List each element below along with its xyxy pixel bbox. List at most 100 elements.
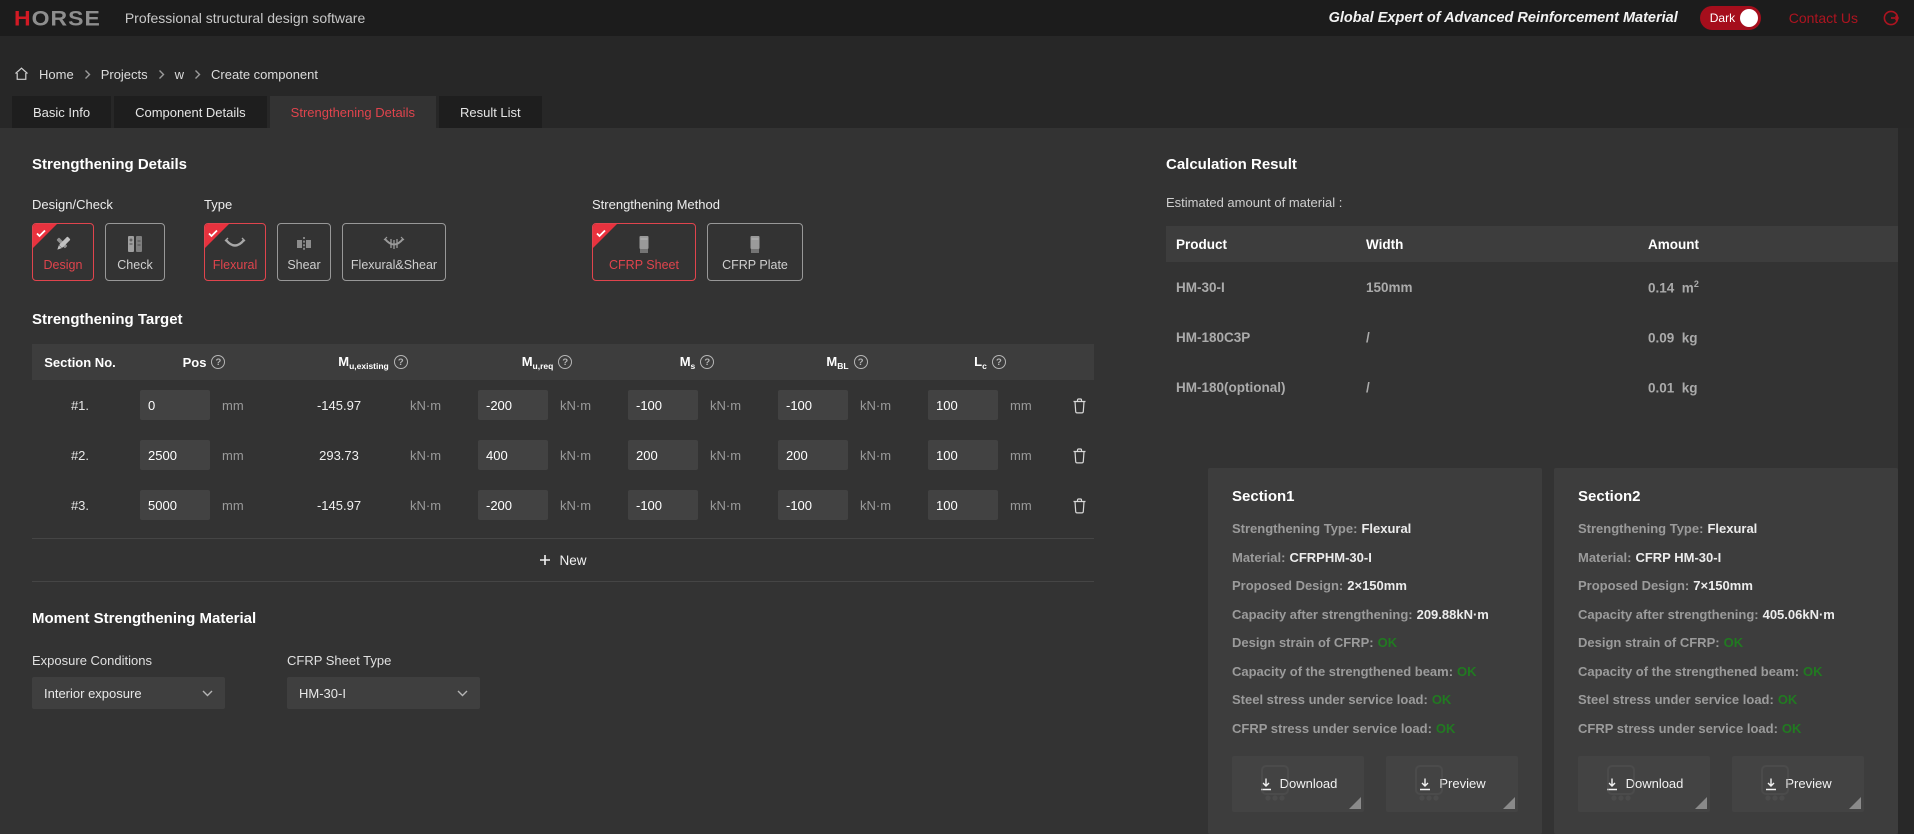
- product-width: /: [1366, 380, 1648, 395]
- chevron-down-icon: [457, 690, 468, 697]
- status-ok: OK: [1432, 692, 1452, 707]
- download-label: Download: [1626, 776, 1684, 791]
- help-icon[interactable]: ?: [700, 355, 714, 369]
- logout-icon[interactable]: [1882, 9, 1900, 27]
- result-line: Capacity after strengthening:209.88kN·m: [1232, 607, 1518, 622]
- col-mbl: MBL?: [778, 354, 916, 371]
- check-mark-icon: [36, 227, 46, 241]
- cfrp-sheet-type-label: CFRP Sheet Type: [287, 653, 480, 668]
- result-check-line: Capacity of the strengthened beam:OK: [1578, 664, 1874, 679]
- result-check-line: Capacity of the strengthened beam:OK: [1232, 664, 1518, 679]
- home-icon: [14, 67, 29, 81]
- section2-download-button[interactable]: Download: [1578, 756, 1710, 812]
- download-icon: [1764, 777, 1778, 791]
- product-name: HM-180(optional): [1176, 380, 1366, 395]
- product-name: HM-30-I: [1176, 280, 1366, 295]
- product-amount: 0.01 kg: [1648, 379, 1898, 396]
- mu-req-input-row1[interactable]: [478, 390, 548, 420]
- col-mu-existing: Mu,existing?: [280, 354, 466, 371]
- table-row: #2. mm 293.73 kN·m kN·m kN·m kN·m mm: [32, 430, 1094, 480]
- calculation-result-title: Calculation Result: [1166, 156, 1898, 173]
- breadcrumb: Home Projects w Create component: [0, 36, 1914, 96]
- ms-input-row1[interactable]: [628, 390, 698, 420]
- col-width: Width: [1366, 237, 1648, 252]
- delete-row-icon[interactable]: [1064, 447, 1094, 464]
- delete-row-icon[interactable]: [1064, 397, 1094, 414]
- download-icon: [1418, 777, 1432, 791]
- pos-input-row2[interactable]: [140, 440, 210, 470]
- logo-red-part: H: [14, 6, 32, 30]
- section1-download-button[interactable]: Download: [1232, 756, 1364, 812]
- delete-row-icon[interactable]: [1064, 497, 1094, 514]
- app-logo[interactable]: HORSE: [14, 6, 101, 31]
- help-icon[interactable]: ?: [211, 355, 225, 369]
- breadcrumb-home[interactable]: Home: [39, 67, 74, 82]
- status-ok: OK: [1778, 692, 1798, 707]
- dark-mode-toggle[interactable]: Dark: [1700, 6, 1761, 30]
- tab-result-list[interactable]: Result List: [439, 96, 542, 128]
- help-icon[interactable]: ?: [854, 355, 868, 369]
- lc-input-row1[interactable]: [928, 390, 998, 420]
- tab-bar: Basic Info Component Details Strengtheni…: [0, 96, 1914, 128]
- flexural-option-button[interactable]: Flexural: [204, 223, 266, 281]
- lc-input-row3[interactable]: [928, 490, 998, 520]
- breadcrumb-project-w[interactable]: w: [175, 67, 184, 82]
- col-ms: Ms?: [628, 354, 766, 371]
- mu-req-input-row3[interactable]: [478, 490, 548, 520]
- result-line: Strengthening Type:Flexural: [1578, 521, 1874, 536]
- mbl-input-row1[interactable]: [778, 390, 848, 420]
- result-line: Proposed Design:7×150mm: [1578, 578, 1874, 593]
- add-new-row-button[interactable]: New: [32, 538, 1094, 582]
- table-row: HM-180(optional) / 0.01 kg: [1166, 362, 1898, 412]
- chevron-right-icon: [158, 69, 165, 80]
- flexural-shear-option-button[interactable]: Flexural&Shear: [342, 223, 446, 281]
- design-option-button[interactable]: Design: [32, 223, 94, 281]
- mbl-input-row3[interactable]: [778, 490, 848, 520]
- unit-label: kN·m: [710, 398, 766, 413]
- check-option-button[interactable]: Check: [105, 223, 165, 281]
- cfrp-plate-option-button[interactable]: CFRP Plate: [707, 223, 803, 281]
- mbl-input-row2[interactable]: [778, 440, 848, 470]
- unit-label: kN·m: [410, 448, 466, 463]
- unit-label: mm: [1010, 448, 1052, 463]
- pos-input-row3[interactable]: [140, 490, 210, 520]
- exposure-conditions-select[interactable]: Interior exposure: [32, 677, 225, 709]
- shear-option-button[interactable]: Shear: [277, 223, 331, 281]
- shear-icon: [293, 233, 315, 255]
- contact-us-link[interactable]: Contact Us: [1789, 10, 1858, 26]
- tab-strengthening-details[interactable]: Strengthening Details: [270, 96, 436, 128]
- cfrp-sheet-option-button[interactable]: CFRP Sheet: [592, 223, 696, 281]
- chevron-right-icon: [84, 69, 91, 80]
- strengthening-method-label: Strengthening Method: [592, 197, 803, 212]
- help-icon[interactable]: ?: [992, 355, 1006, 369]
- section2-preview-button[interactable]: Preview: [1732, 756, 1864, 812]
- ms-input-row2[interactable]: [628, 440, 698, 470]
- col-product: Product: [1176, 237, 1366, 252]
- mu-req-input-row2[interactable]: [478, 440, 548, 470]
- result-check-line: Steel stress under service load:OK: [1578, 692, 1874, 707]
- section1-preview-button[interactable]: Preview: [1386, 756, 1518, 812]
- unit-label: kN·m: [710, 498, 766, 513]
- corner-fold-icon: [1849, 797, 1861, 809]
- result-check-line: CFRP stress under service load:OK: [1578, 721, 1874, 736]
- dark-toggle-label: Dark: [1710, 11, 1735, 25]
- add-new-row-label: New: [559, 553, 586, 568]
- table-row: HM-180C3P / 0.09 kg: [1166, 312, 1898, 362]
- cfrp-sheet-type-select[interactable]: HM-30-I: [287, 677, 480, 709]
- top-bar: HORSE Professional structural design sof…: [0, 0, 1914, 36]
- calculator-icon: [125, 233, 145, 255]
- breadcrumb-projects[interactable]: Projects: [101, 67, 148, 82]
- ms-input-row3[interactable]: [628, 490, 698, 520]
- help-icon[interactable]: ?: [394, 355, 408, 369]
- status-ok: OK: [1378, 635, 1398, 650]
- help-icon[interactable]: ?: [558, 355, 572, 369]
- unit-label: mm: [1010, 498, 1052, 513]
- lc-input-row2[interactable]: [928, 440, 998, 470]
- estimate-table-header: Product Width Amount: [1166, 226, 1898, 262]
- pos-input-row1[interactable]: [140, 390, 210, 420]
- status-ok: OK: [1724, 635, 1744, 650]
- tab-component-details[interactable]: Component Details: [114, 96, 267, 128]
- scrollbar-track[interactable]: [1898, 128, 1914, 834]
- tab-basic-info[interactable]: Basic Info: [12, 96, 111, 128]
- exposure-conditions-value: Interior exposure: [44, 686, 142, 701]
